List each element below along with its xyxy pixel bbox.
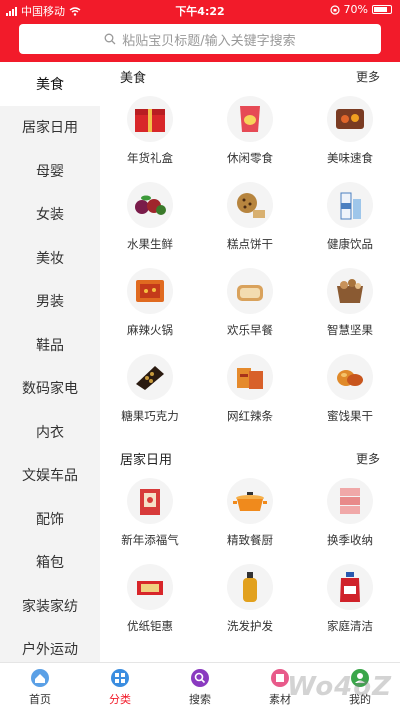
sidebar-item-bags[interactable]: 箱包: [0, 541, 100, 585]
tab-home[interactable]: 首页: [0, 663, 80, 711]
bread-icon: [227, 268, 273, 314]
gift-box-icon: [127, 96, 173, 142]
lock-rotation-icon: [329, 4, 340, 15]
tab-label: 分类: [109, 693, 131, 706]
tab-label: 首页: [29, 693, 51, 706]
section-header-food: 美食 更多: [100, 62, 400, 90]
spicy-strip-icon: [227, 354, 273, 400]
grid-item[interactable]: 洗发护发: [200, 564, 300, 646]
nuts-icon: [327, 268, 373, 314]
grid-item[interactable]: 水果生鲜: [100, 182, 200, 264]
search-icon: [104, 33, 116, 45]
chocolate-icon: [127, 354, 173, 400]
sidebar-item-womens[interactable]: 女装: [0, 193, 100, 237]
watermark: Wo4oZ: [287, 672, 392, 702]
hotpot-icon: [127, 268, 173, 314]
grid-item[interactable]: 精致餐厨: [200, 478, 300, 560]
tab-search[interactable]: 搜索: [160, 663, 240, 711]
battery-icon: [372, 5, 392, 14]
home-icon: [29, 667, 51, 689]
search-input[interactable]: 粘贴宝贝标题/输入关键字搜索: [19, 24, 381, 54]
storage-icon: [327, 478, 373, 524]
grid-item[interactable]: 优纸钜惠: [100, 564, 200, 646]
grid-item[interactable]: 麻辣火锅: [100, 268, 200, 350]
grid-item[interactable]: 家庭清洁: [300, 564, 400, 646]
sidebar-item-beauty[interactable]: 美妆: [0, 236, 100, 280]
cookie-icon: [227, 182, 273, 228]
more-link[interactable]: 更多: [356, 450, 380, 467]
sidebar-item-shoes[interactable]: 鞋品: [0, 323, 100, 367]
sidebar-item-outdoor[interactable]: 户外运动: [0, 628, 100, 663]
dried-fruit-icon: [327, 354, 373, 400]
grid-item[interactable]: 智慧坚果: [300, 268, 400, 350]
drink-icon: [327, 182, 373, 228]
grid-item[interactable]: 健康饮品: [300, 182, 400, 264]
fruit-icon: [127, 182, 173, 228]
grid-item[interactable]: 美味速食: [300, 96, 400, 178]
sidebar-item-baby[interactable]: 母婴: [0, 149, 100, 193]
search-placeholder: 粘贴宝贝标题/输入关键字搜索: [122, 33, 296, 49]
instant-food-icon: [327, 96, 373, 142]
more-link[interactable]: 更多: [356, 68, 380, 85]
grid-item[interactable]: 糕点饼干: [200, 182, 300, 264]
grid-item[interactable]: 网红辣条: [200, 354, 300, 436]
grid-item[interactable]: 糖果巧克力: [100, 354, 200, 436]
detergent-icon: [327, 564, 373, 610]
sidebar-item-mens[interactable]: 男装: [0, 280, 100, 324]
sidebar-item-household[interactable]: 居家日用: [0, 106, 100, 150]
sidebar-item-home-textile[interactable]: 家装家纺: [0, 584, 100, 628]
top-header: 中国移动 下午4:22 70% 粘贴宝贝标题/输入关键字搜索: [0, 0, 400, 62]
grid-item[interactable]: 换季收纳: [300, 478, 400, 560]
grid-item[interactable]: 蜜饯果干: [300, 354, 400, 436]
status-bar: 中国移动 下午4:22 70%: [0, 0, 400, 20]
sidebar-item-entertainment-auto[interactable]: 文娱车品: [0, 454, 100, 498]
sidebar-item-food[interactable]: 美食: [0, 62, 100, 106]
shampoo-icon: [227, 564, 273, 610]
sidebar-item-electronics[interactable]: 数码家电: [0, 367, 100, 411]
new-year-icon: [127, 478, 173, 524]
grid-item[interactable]: 休闲零食: [200, 96, 300, 178]
section-title: 居家日用: [120, 452, 173, 468]
grid-item[interactable]: 年货礼盒: [100, 96, 200, 178]
battery-percent: 70%: [343, 3, 368, 16]
sidebar-item-accessories[interactable]: 配饰: [0, 497, 100, 541]
food-grid: 年货礼盒 休闲零食 美味速食 水果生鲜 糕点饼干 健康饮品 麻辣火锅 欢乐早餐 …: [100, 90, 400, 444]
sidebar-item-underwear[interactable]: 内衣: [0, 410, 100, 454]
tissue-icon: [127, 564, 173, 610]
category-sidebar: 美食 居家日用 母婴 女装 美妆 男装 鞋品 数码家电 内衣 文娱车品 配饰 箱…: [0, 62, 100, 662]
category-icon: [109, 667, 131, 689]
section-header-household: 居家日用 更多: [100, 444, 400, 472]
search-icon: [189, 667, 211, 689]
category-content: 美食 更多 年货礼盒 休闲零食 美味速食 水果生鲜 糕点饼干 健康饮品 麻辣火锅…: [100, 62, 400, 662]
grid-item[interactable]: 欢乐早餐: [200, 268, 300, 350]
grid-item[interactable]: 新年添福气: [100, 478, 200, 560]
tab-category[interactable]: 分类: [80, 663, 160, 711]
cookware-icon: [227, 478, 273, 524]
tab-label: 搜索: [189, 693, 211, 706]
household-grid: 新年添福气 精致餐厨 换季收纳 优纸钜惠 洗发护发 家庭清洁: [100, 472, 400, 654]
section-title: 美食: [120, 70, 147, 86]
snack-bag-icon: [227, 96, 273, 142]
